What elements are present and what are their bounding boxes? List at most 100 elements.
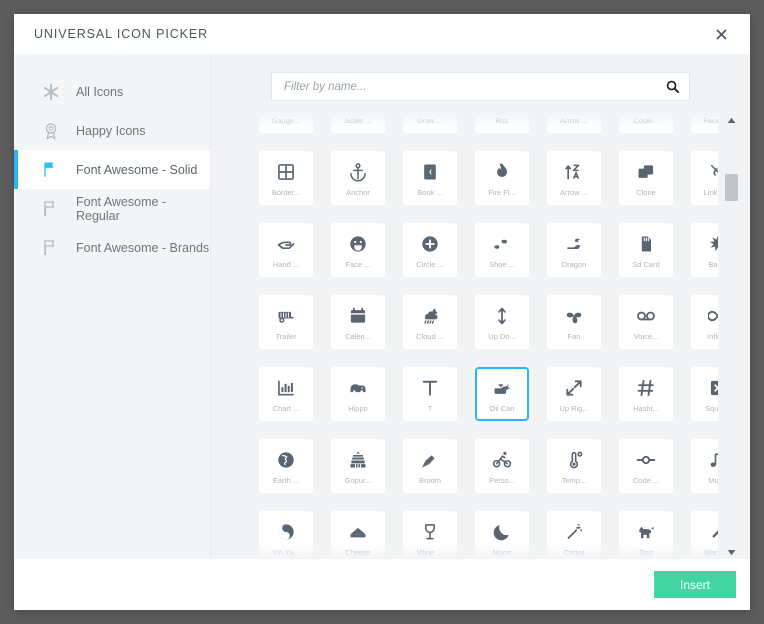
icon-tile[interactable]: Face A... <box>691 113 718 133</box>
icon-tile-label: Chart ... <box>272 404 300 413</box>
scrollbar-track[interactable] <box>724 127 738 545</box>
icon-tile-label: Up Do... <box>488 332 516 341</box>
icon-tile[interactable]: Calen... <box>331 295 385 349</box>
icon-tile[interactable]: Up Rig... <box>547 367 601 421</box>
icon-tile[interactable]: Temp... <box>547 439 601 493</box>
sidebar-item-font-awesome-solid[interactable]: Font Awesome - Solid <box>14 150 210 189</box>
icon-tile[interactable]: Cheese <box>331 511 385 559</box>
icon-tile[interactable]: Face ... <box>331 223 385 277</box>
search-input[interactable] <box>284 80 666 93</box>
icon-tile[interactable]: Earth ... <box>259 439 313 493</box>
fan-icon <box>564 303 584 329</box>
icon-picker-modal: UNIVERSAL ICON PICKER All Icons Happy Ico… <box>14 14 750 610</box>
icon-tile-label: Rss <box>495 116 509 125</box>
hippo-icon <box>348 375 368 401</box>
icon-tile-label: Book ... <box>417 188 443 197</box>
icon-tile[interactable]: Clone <box>619 151 673 205</box>
icon-tile[interactable]: Infinity <box>691 295 718 349</box>
wine-glass-icon <box>420 519 440 545</box>
icon-tile[interactable]: Broom <box>403 439 457 493</box>
icon-tile[interactable]: Hippo <box>331 367 385 421</box>
icon-tile[interactable]: Circle ... <box>403 223 457 277</box>
award-badge-icon <box>40 121 62 141</box>
icon-tile-label: Trailer <box>275 332 297 341</box>
dog-icon <box>636 519 656 545</box>
icon-tile-label: Dog <box>639 548 653 557</box>
sidebar-item-font-awesome-brands[interactable]: Font Awesome - Brands <box>14 228 210 267</box>
search-icon[interactable] <box>666 80 679 93</box>
icon-tile[interactable]: T <box>403 367 457 421</box>
icon-tile[interactable]: Fan <box>547 295 601 349</box>
icon-tile[interactable]: Voice... <box>619 295 673 349</box>
icon-tile-label: Fan <box>567 332 581 341</box>
icon-tile[interactable]: Squar... <box>691 367 718 421</box>
sidebar-item-label: All Icons <box>76 84 124 99</box>
icon-tile[interactable]: Book ... <box>403 151 457 205</box>
icon-tile-label: Link Sl... <box>703 188 718 197</box>
hand-holding-icon <box>276 231 296 257</box>
icon-tile[interactable]: Shoe ... <box>475 223 529 277</box>
icon-tile[interactable]: Hand ... <box>259 223 313 277</box>
icon-tile[interactable]: Sd Card <box>619 223 673 277</box>
earth-africa-icon <box>276 447 296 473</box>
clone-icon <box>636 159 656 185</box>
icon-tile[interactable]: Wine ... <box>403 511 457 559</box>
icon-tile-label: Temp... <box>561 476 587 485</box>
scrollbar-thumb[interactable] <box>725 174 738 201</box>
infinity-icon <box>708 303 718 329</box>
arrow-up-z-a-icon <box>564 159 584 185</box>
icon-tile[interactable]: Code ... <box>619 439 673 493</box>
icon-tile[interactable]: Anchor <box>331 151 385 205</box>
icon-tile-label: Border... <box>271 188 301 197</box>
icon-tile[interactable]: Fire Fl... <box>475 151 529 205</box>
broom-icon <box>420 447 440 473</box>
icon-tile[interactable]: Gauge... <box>259 113 313 133</box>
icon-tile[interactable]: Cloud ... <box>403 295 457 349</box>
icon-tile[interactable]: Rss <box>475 113 529 133</box>
anchor-icon <box>348 159 368 185</box>
icon-tile-label: Circle ... <box>416 260 444 269</box>
icon-tile-selected[interactable]: Oil Can <box>475 367 529 421</box>
icon-tile[interactable]: Gopur... <box>331 439 385 493</box>
asterisk-icon <box>40 82 62 102</box>
search-box[interactable] <box>271 72 690 101</box>
icon-grid-region: Gauge... Scale ... Draw ... Rss Arrow ... Coo… <box>211 113 750 559</box>
icon-tile[interactable]: Cooki... <box>619 113 673 133</box>
icon-tile[interactable]: Draw ... <box>403 113 457 133</box>
close-icon[interactable] <box>710 23 732 45</box>
icon-tile[interactable]: Dragon <box>547 223 601 277</box>
icon-tile[interactable]: Scale ... <box>331 113 385 133</box>
icon-tile[interactable]: Moon <box>475 511 529 559</box>
icon-tile[interactable]: Wand ... <box>691 511 718 559</box>
sidebar-item-happy-icons[interactable]: Happy Icons <box>14 111 210 150</box>
sidebar-item-font-awesome-regular[interactable]: Font Awesome - Regular <box>14 189 210 228</box>
icon-tile[interactable]: Link Sl... <box>691 151 718 205</box>
icon-tile[interactable]: Perso... <box>475 439 529 493</box>
icon-tile-label: Gauge... <box>271 116 301 125</box>
icon-tile[interactable]: Carrot <box>547 511 601 559</box>
icon-tile[interactable]: Up Do... <box>475 295 529 349</box>
grid-scrollbar[interactable] <box>724 113 738 559</box>
icon-tile[interactable]: Bahai <box>691 223 718 277</box>
icon-tile[interactable]: Chart ... <box>259 367 313 421</box>
icon-tile[interactable]: Dog <box>619 511 673 559</box>
icon-tile[interactable]: Hasht... <box>619 367 673 421</box>
icon-tile-label: Cheese <box>345 548 371 557</box>
icon-tile[interactable]: Border... <box>259 151 313 205</box>
caret-up-icon[interactable] <box>724 113 738 127</box>
icon-tile[interactable]: Arrow ... <box>547 151 601 205</box>
icon-tile[interactable]: Arrow ... <box>547 113 601 133</box>
insert-button[interactable]: Insert <box>654 571 736 598</box>
caret-down-icon[interactable] <box>724 545 738 559</box>
icon-tile[interactable]: Music <box>691 439 718 493</box>
icon-tile-label: Shoe ... <box>489 260 515 269</box>
icon-tile-label: Sd Card <box>632 260 660 269</box>
oil-can-icon <box>492 375 512 401</box>
icon-tile-label: Scale ... <box>344 116 372 125</box>
icon-tile-label: Cloud ... <box>416 332 444 341</box>
flag-regular-icon <box>40 199 62 219</box>
icon-tile-label: Oil Can <box>489 404 515 413</box>
sidebar-item-all-icons[interactable]: All Icons <box>14 72 210 111</box>
icon-tile[interactable]: Trailer <box>259 295 313 349</box>
icon-tile[interactable]: Yin Ya... <box>259 511 313 559</box>
